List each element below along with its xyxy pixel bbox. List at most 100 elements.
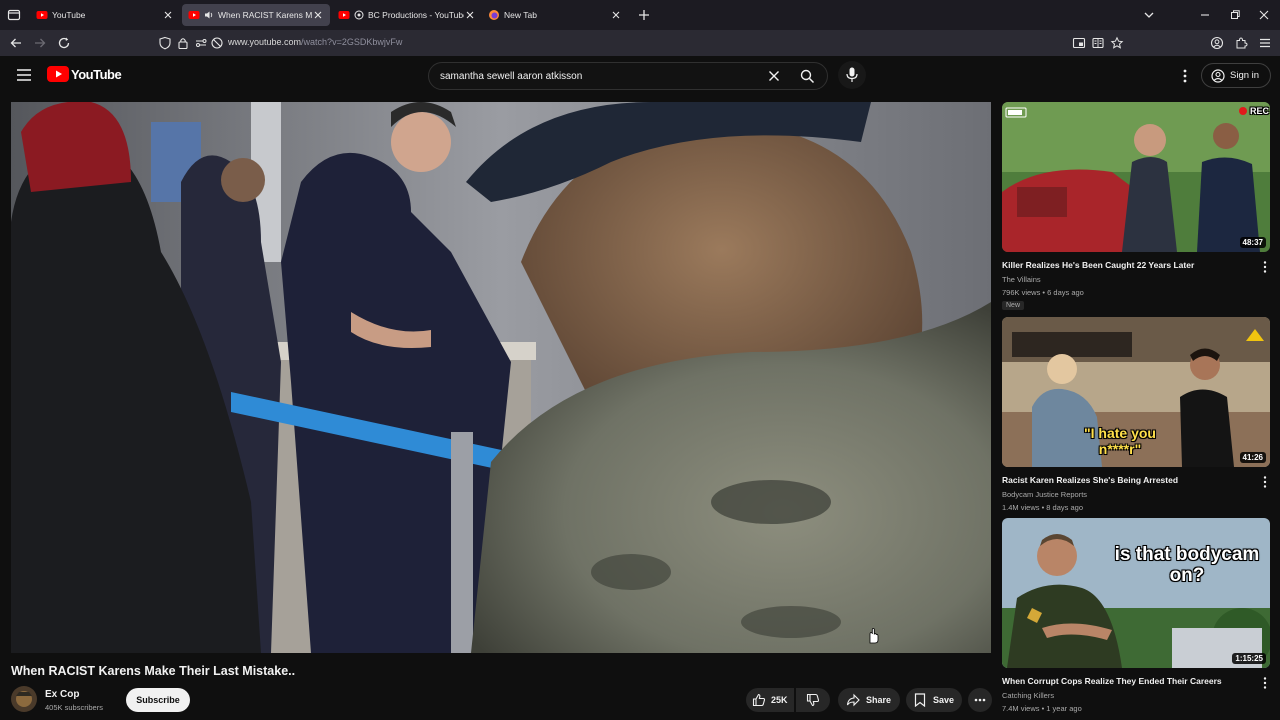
mouse-cursor-icon xyxy=(869,628,879,644)
microphone-icon xyxy=(846,67,858,82)
forward-arrow-icon[interactable] xyxy=(33,36,47,50)
bookmark-star-icon[interactable] xyxy=(1110,36,1124,50)
address-bar[interactable]: www.youtube.com/watch?v=2GSDKbwjvFw xyxy=(228,37,402,47)
guide-menu-icon[interactable] xyxy=(16,68,32,82)
account-icon[interactable] xyxy=(1210,36,1224,50)
recommendation-title[interactable]: Killer Realizes He's Been Caught 22 Year… xyxy=(1002,260,1252,270)
thumbnail-image xyxy=(1002,102,1270,252)
close-tab-icon[interactable] xyxy=(464,9,476,21)
channel-avatar-image xyxy=(11,686,37,712)
tab-title: New Tab xyxy=(504,10,537,20)
video-title: When RACIST Karens Make Their Last Mista… xyxy=(11,664,296,678)
youtube-favicon-icon xyxy=(338,11,350,19)
picture-in-picture-icon[interactable] xyxy=(1072,36,1086,50)
close-tab-icon[interactable] xyxy=(312,9,324,21)
share-label: Share xyxy=(866,695,892,705)
close-window-icon[interactable] xyxy=(1257,8,1271,22)
share-arrow-icon xyxy=(846,693,860,707)
video-thumbnail[interactable]: is that bodycam on? 1:15:25 xyxy=(1002,518,1270,668)
thumbnail-caption: "I hate you n****r" xyxy=(1084,425,1156,457)
recommendation-title[interactable]: Racist Karen Realizes She's Being Arrest… xyxy=(1002,475,1252,485)
url-path: /watch?v=2GSDKbwjvFw xyxy=(301,37,403,47)
rec-indicator-text: REC xyxy=(1250,106,1270,116)
save-button[interactable]: Save xyxy=(906,688,962,712)
voice-search-button[interactable] xyxy=(838,61,866,89)
lock-icon[interactable] xyxy=(176,36,190,50)
autoplay-blocked-icon[interactable] xyxy=(210,36,224,50)
like-button[interactable]: 25K xyxy=(746,688,794,712)
minimize-icon[interactable] xyxy=(1198,8,1212,22)
video-duration: 41:26 xyxy=(1239,452,1266,463)
browser-tab-strip: YouTube When RACIST Karens Make BC Produ… xyxy=(0,0,1280,30)
user-avatar-icon xyxy=(1211,68,1225,83)
save-label: Save xyxy=(933,695,955,705)
reader-view-icon[interactable] xyxy=(1091,36,1105,50)
video-duration: 1:15:25 xyxy=(1232,653,1266,664)
recommendation-menu-icon[interactable] xyxy=(1260,260,1270,274)
tab-bc-productions[interactable]: BC Productions - YouTube xyxy=(332,4,482,26)
back-arrow-icon[interactable] xyxy=(9,36,23,50)
share-button[interactable]: Share xyxy=(838,688,900,712)
url-host: www.youtube.com xyxy=(228,37,302,47)
tab-title: BC Productions - YouTube xyxy=(368,10,464,20)
more-actions-button[interactable] xyxy=(968,688,992,712)
youtube-masthead: YouTube samantha sewell aaron atkisson S… xyxy=(0,56,1280,96)
thumbs-down-icon xyxy=(806,693,820,707)
thumbnail-caption: is that bodycam on? xyxy=(1114,544,1260,586)
tab-new-tab[interactable]: New Tab xyxy=(482,4,628,26)
sign-in-button[interactable]: Sign in xyxy=(1201,63,1271,88)
recommendation-channel[interactable]: Catching Killers xyxy=(1002,691,1054,700)
extensions-puzzle-icon[interactable] xyxy=(1234,36,1248,50)
browser-toolbar: www.youtube.com/watch?v=2GSDKbwjvFw xyxy=(0,30,1280,56)
recommendation-title[interactable]: When Corrupt Cops Realize They Ended The… xyxy=(1002,676,1252,686)
search-icon[interactable] xyxy=(800,69,815,84)
recommendation-item[interactable]: is that bodycam on? 1:15:25 When Corrupt… xyxy=(1002,518,1270,716)
tab-current-video[interactable]: When RACIST Karens Make xyxy=(182,4,330,26)
video-thumbnail[interactable]: REC 48:37 xyxy=(1002,102,1270,252)
speaker-audio-icon[interactable] xyxy=(204,10,214,20)
tab-youtube[interactable]: YouTube xyxy=(30,4,180,26)
video-frame xyxy=(11,102,991,653)
channel-name[interactable]: Ex Cop xyxy=(45,689,79,700)
search-input[interactable]: samantha sewell aaron atkisson xyxy=(428,62,828,90)
channel-avatar[interactable] xyxy=(11,686,37,712)
subscribe-button[interactable]: Subscribe xyxy=(126,688,190,712)
list-tabs-chevron-icon[interactable] xyxy=(1142,8,1156,22)
dislike-button[interactable] xyxy=(796,688,830,712)
video-thumbnail[interactable]: "I hate you n****r" 41:26 xyxy=(1002,317,1270,467)
sign-in-label: Sign in xyxy=(1230,70,1260,81)
new-tab-plus-icon[interactable] xyxy=(637,8,651,22)
playing-indicator-icon xyxy=(354,10,364,20)
close-tab-icon[interactable] xyxy=(162,9,174,21)
youtube-play-logo-icon xyxy=(47,66,69,82)
video-player[interactable] xyxy=(11,102,991,653)
recommendation-meta: 796K views • 6 days ago xyxy=(1002,288,1084,297)
tab-overview-icon[interactable] xyxy=(7,8,21,22)
recommendation-channel[interactable]: Bodycam Justice Reports xyxy=(1002,490,1087,499)
recommendation-menu-icon[interactable] xyxy=(1260,676,1270,690)
restore-window-icon[interactable] xyxy=(1228,8,1242,22)
youtube-wordmark: YouTube xyxy=(71,66,122,82)
tracking-protection-shield-icon[interactable] xyxy=(158,36,172,50)
firefox-favicon-icon xyxy=(489,10,499,20)
permissions-icon[interactable] xyxy=(194,36,208,50)
close-tab-icon[interactable] xyxy=(610,9,622,21)
thumbnail-image xyxy=(1002,518,1270,668)
recommendation-item[interactable]: "I hate you n****r" 41:26 Racist Karen R… xyxy=(1002,317,1270,512)
youtube-favicon-icon xyxy=(188,11,200,19)
reload-icon[interactable] xyxy=(57,36,71,50)
recommendation-channel[interactable]: The Villains xyxy=(1002,275,1041,284)
tab-title: YouTube xyxy=(52,10,86,20)
recommendation-menu-icon[interactable] xyxy=(1260,475,1270,489)
hamburger-menu-icon[interactable] xyxy=(1258,36,1272,50)
recommendation-meta: 1.4M views • 8 days ago xyxy=(1002,503,1083,512)
recommendation-item[interactable]: REC 48:37 Killer Realizes He's Been Caug… xyxy=(1002,102,1270,312)
clear-search-icon[interactable] xyxy=(768,70,780,82)
recommendation-meta: 7.4M views • 1 year ago xyxy=(1002,704,1082,713)
settings-more-icon[interactable] xyxy=(1180,68,1190,84)
youtube-logo[interactable]: YouTube xyxy=(47,66,122,82)
tab-title: When RACIST Karens Make xyxy=(218,10,312,20)
youtube-favicon-icon xyxy=(36,11,48,19)
thumbs-up-icon xyxy=(752,693,766,707)
video-duration: 48:37 xyxy=(1239,237,1266,248)
